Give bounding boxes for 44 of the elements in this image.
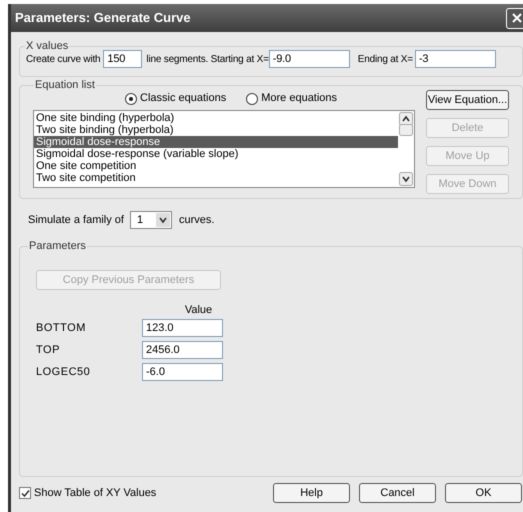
parameter-name: BOTTOM (36, 320, 87, 336)
checkbox-label[interactable]: Show Table of XY Values (34, 484, 156, 502)
column-header: Value (184, 302, 214, 318)
parameter-name: TOP (36, 342, 61, 358)
dropdown-caret-icon (156, 213, 170, 227)
parameter-name: LOGEC50 (36, 364, 92, 380)
group-legend: Parameters (28, 241, 87, 252)
list-item[interactable]: One site competition (34, 160, 398, 172)
input-field[interactable]: 2456.0 (142, 341, 223, 359)
field-label: Ending at X= (358, 52, 413, 66)
field-label: curves. (178, 212, 214, 228)
dialog-button[interactable]: View Equation... (426, 90, 509, 110)
scroll-down-icon[interactable] (399, 172, 413, 186)
input-field[interactable]: 150 (103, 50, 142, 68)
input-field[interactable]: 123.0 (142, 319, 223, 337)
check-icon (20, 488, 30, 498)
close-icon (511, 12, 523, 24)
radio-button[interactable] (125, 92, 137, 104)
dialog-button[interactable]: Help (273, 483, 350, 503)
radio-label[interactable]: Classic equations (140, 90, 226, 107)
dialog-button[interactable]: Cancel (359, 483, 436, 503)
window-title: Parameters: Generate Curve (15, 9, 191, 28)
radio-button[interactable] (246, 92, 258, 104)
scroll-thumb[interactable] (399, 124, 413, 136)
list-item[interactable]: Sigmoidal dose-response (34, 136, 398, 148)
list-item[interactable]: Two site binding (hyperbola) (34, 124, 398, 136)
field-label: Simulate a family of (28, 212, 124, 228)
input-field[interactable]: -6.0 (142, 363, 223, 381)
list-item[interactable]: Two site competition (34, 172, 398, 184)
group-legend: Equation list (34, 80, 96, 91)
list-item[interactable]: Sigmoidal dose-response (variable slope) (34, 148, 398, 160)
scrollbar[interactable] (398, 111, 414, 187)
dialog-button[interactable]: OK (445, 483, 522, 503)
radio-label[interactable]: More equations (261, 90, 338, 107)
group-legend: X values (25, 41, 70, 52)
field-label: Create curve with (26, 52, 100, 66)
checkbox[interactable] (19, 487, 31, 499)
family-dropdown[interactable]: 1 (130, 211, 172, 229)
input-field[interactable]: -3 (414, 50, 496, 68)
close-button[interactable] (506, 8, 523, 28)
field-label: line segments. Starting at X= (146, 52, 269, 66)
scroll-up-icon[interactable] (399, 112, 413, 126)
input-field[interactable]: -9.0 (268, 50, 350, 68)
list-item[interactable]: One site binding (hyperbola) (34, 112, 398, 124)
